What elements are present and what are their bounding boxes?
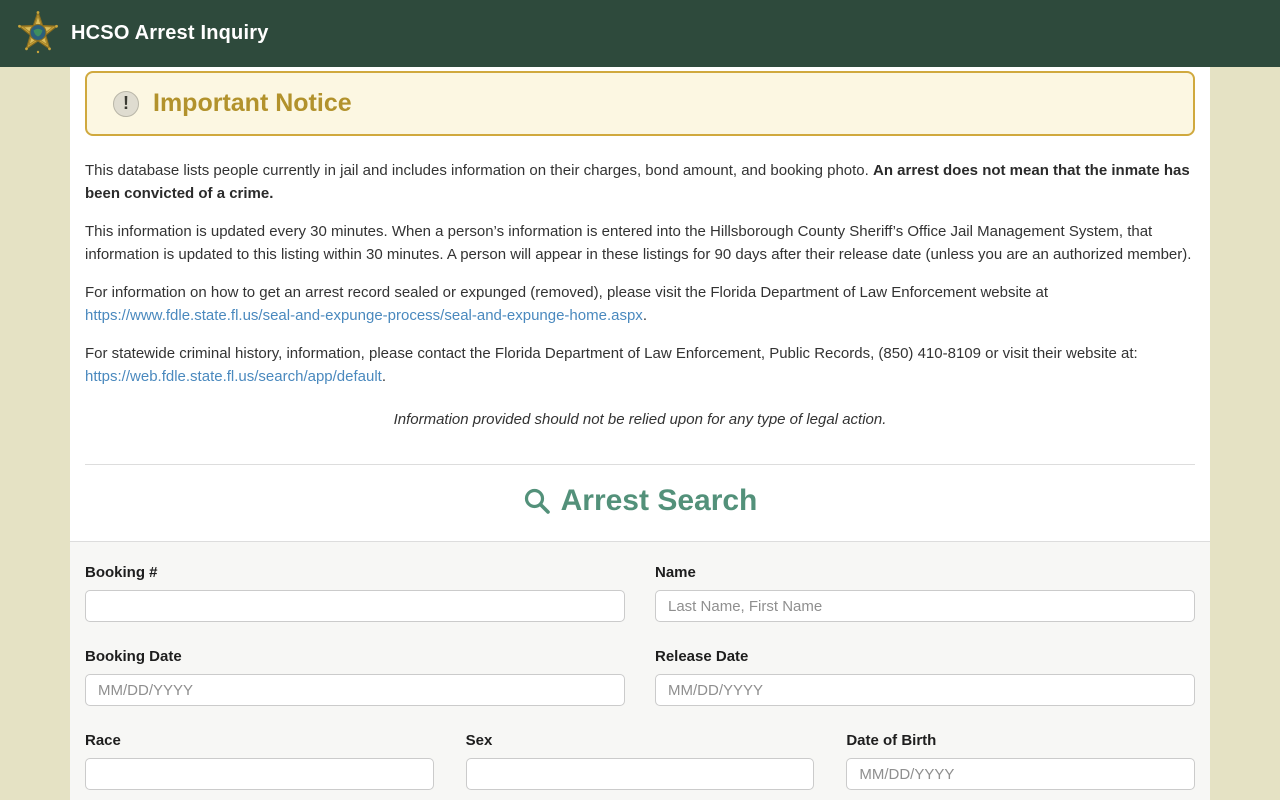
form-row-dates: Booking Date Release Date [85, 648, 1195, 706]
arrest-search-header: Arrest Search [70, 465, 1210, 541]
paragraph-seal-expunge: For information on how to get an arrest … [85, 281, 1195, 327]
intro-text-block: This database lists people currently in … [70, 159, 1210, 431]
release-date-label: Release Date [655, 648, 749, 665]
booking-number-input[interactable] [85, 590, 625, 622]
page-container: ! Important Notice This database lists p… [70, 67, 1210, 800]
date-of-birth-field-group: Date of Birth [846, 732, 1195, 790]
name-label: Name [655, 564, 696, 581]
search-icon [523, 487, 551, 515]
paragraph-database-info: This database lists people currently in … [85, 159, 1195, 205]
important-notice-banner: ! Important Notice [85, 71, 1195, 136]
booking-date-field-group: Booking Date [85, 648, 625, 706]
paragraph-criminal-history: For statewide criminal history, informat… [85, 342, 1195, 388]
brand-link[interactable]: HCSO Arrest Inquiry [18, 10, 269, 57]
sex-label: Sex [465, 732, 493, 749]
exclamation-icon: ! [113, 90, 139, 117]
name-input[interactable] [655, 590, 1195, 622]
legal-disclaimer: Information provided should not be relie… [393, 411, 887, 428]
app-header: HCSO Arrest Inquiry [0, 0, 1280, 67]
booking-number-field-group: Booking # [85, 564, 625, 622]
paragraph-text: . [642, 307, 647, 324]
booking-number-label: Booking # [85, 564, 158, 581]
name-field-group: Name [655, 564, 1195, 622]
release-date-input[interactable] [655, 674, 1195, 706]
paragraph-text: . [381, 368, 387, 385]
notice-title: Important Notice [153, 89, 352, 117]
paragraph-update-info: This information is updated every 30 min… [85, 223, 1192, 263]
sex-field-group: Sex [465, 732, 815, 790]
date-of-birth-input[interactable] [846, 758, 1195, 790]
race-input[interactable] [85, 758, 434, 790]
booking-date-input[interactable] [85, 674, 625, 706]
paragraph-text: For information on how to get an arrest … [85, 284, 1048, 301]
app-title: HCSO Arrest Inquiry [71, 22, 269, 44]
sex-input[interactable] [465, 758, 815, 790]
paragraph-text: For statewide criminal history, informat… [85, 345, 1138, 362]
arrest-search-title: Arrest Search [560, 484, 758, 517]
sheriff-star-badge-icon [18, 10, 58, 57]
form-row-demographics: Race Sex Date of Birth [85, 732, 1195, 790]
release-date-field-group: Release Date [655, 648, 1195, 706]
date-of-birth-label: Date of Birth [846, 732, 937, 749]
fdle-seal-expunge-link[interactable]: https://www.fdle.state.fl.us/seal-and-ex… [85, 307, 643, 324]
form-row-booking-name: Booking # Name [85, 564, 1195, 622]
fdle-search-link[interactable]: https://web.fdle.state.fl.us/search/app/… [85, 368, 382, 385]
race-field-group: Race [85, 732, 434, 790]
booking-date-label: Booking Date [85, 648, 182, 665]
race-label: Race [85, 732, 121, 749]
paragraph-text: This database lists people currently in … [85, 162, 873, 179]
arrest-search-form: Booking # Name Booking Date Release Date… [70, 541, 1210, 800]
